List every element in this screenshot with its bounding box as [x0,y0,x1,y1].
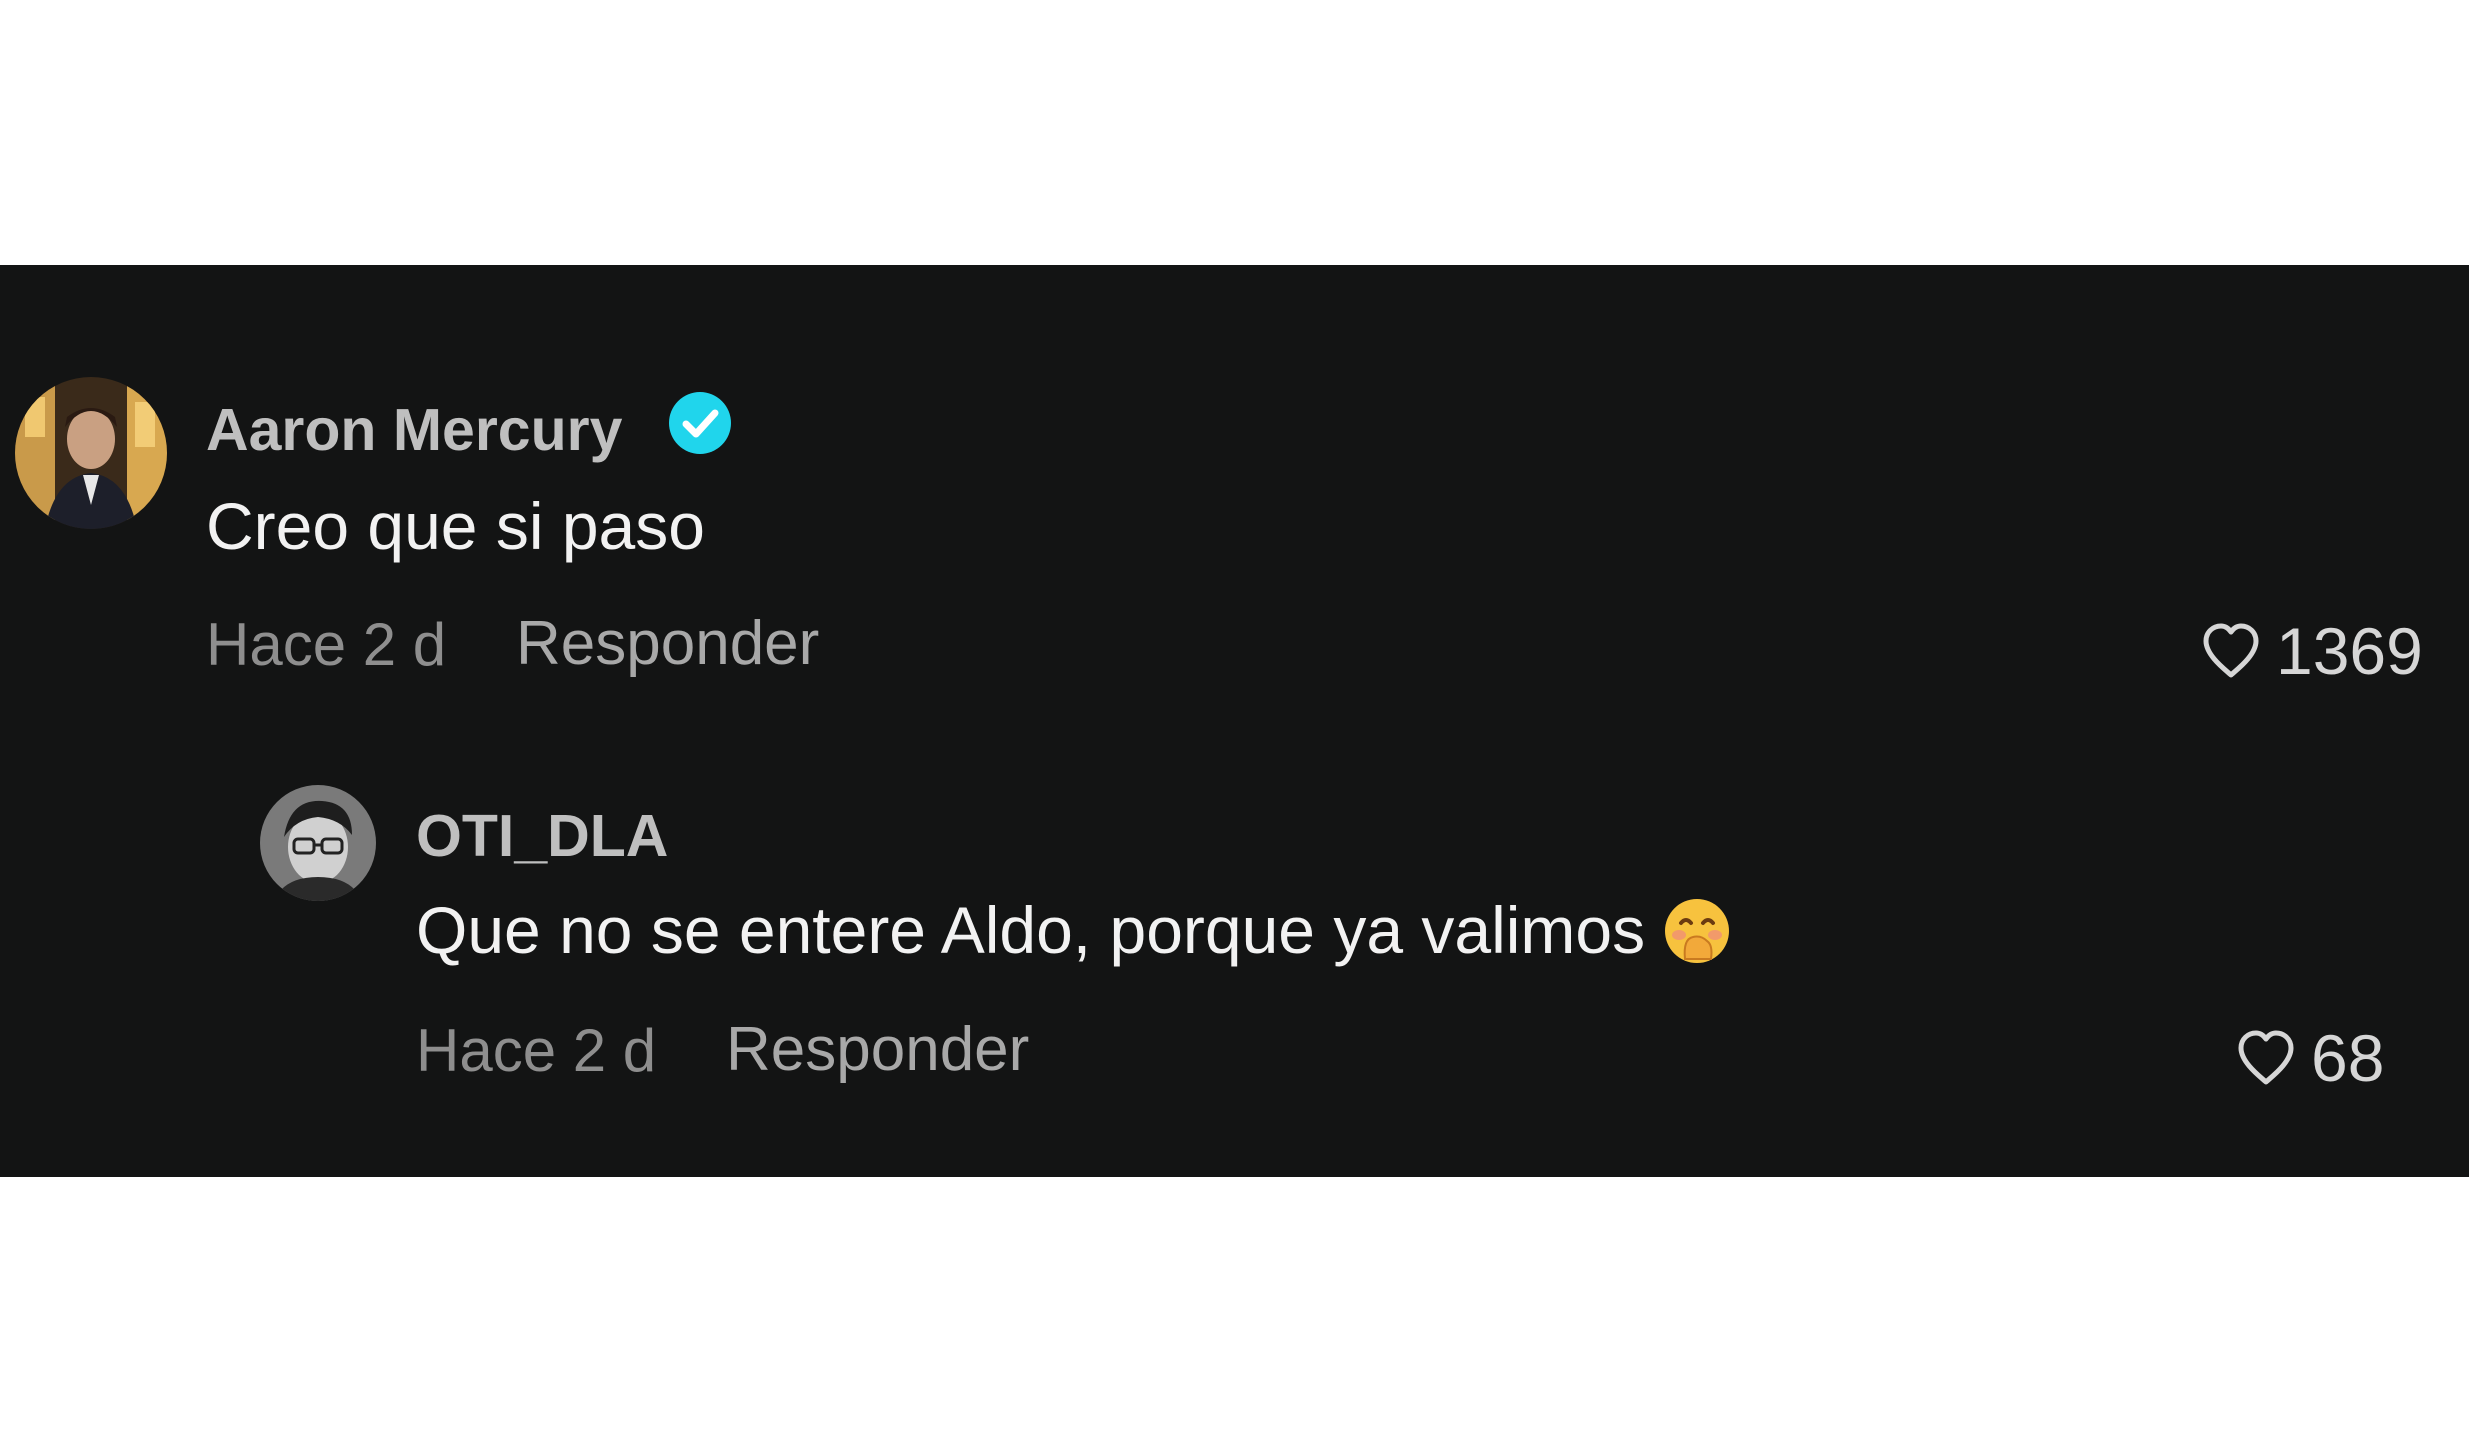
like-count: 68 [2311,1021,2385,1095]
comments-panel: Aaron Mercury Creo que si paso Hace 2 d … [0,265,2469,1177]
reply-button[interactable]: Responder [726,1019,1029,1081]
avatar-photo-icon [15,377,167,529]
heart-icon [2238,1030,2294,1085]
reply-timestamp: Hace 2 d [416,1017,657,1084]
heart-icon [2203,623,2259,678]
comment-timestamp: Hace 2 d [206,611,447,678]
verified-badge-icon [669,392,731,454]
avatar-photo-icon [260,785,376,901]
comment-text: Creo que si paso [206,489,705,563]
avatar[interactable] [15,377,167,529]
comment-username[interactable]: Aaron Mercury [206,401,622,460]
avatar[interactable] [260,785,376,901]
like-count: 1369 [2276,614,2423,688]
reply-text: Que no se entere Aldo, porque ya valimos [416,897,1731,965]
face-with-hand-over-mouth-emoji-icon [1665,899,1730,963]
like-button[interactable]: 68 [2235,1025,2384,1091]
reply-username[interactable]: OTI_DLA [416,807,668,866]
reply-text-content: Que no se entere Aldo, porque ya valimos [416,893,1646,967]
reply-button[interactable]: Responder [516,613,819,675]
like-button[interactable]: 1369 [2200,618,2423,684]
